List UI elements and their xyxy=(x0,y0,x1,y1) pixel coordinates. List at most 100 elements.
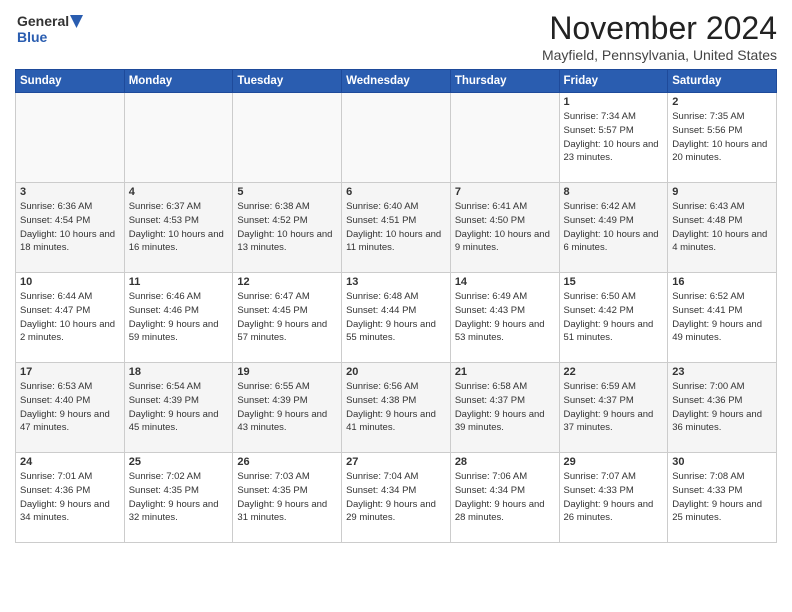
cell-1-0: 3 Sunrise: 6:36 AM Sunset: 4:54 PM Daylig… xyxy=(16,183,125,273)
day-number: 15 xyxy=(564,276,664,288)
cell-content: Sunrise: 6:44 AM Sunset: 4:47 PM Dayligh… xyxy=(20,290,120,345)
week-row-4: 24Sunrise: 7:01 AM Sunset: 4:36 PM Dayli… xyxy=(16,453,777,543)
cell-content: Sunrise: 7:02 AM Sunset: 4:35 PM Dayligh… xyxy=(129,470,229,525)
cell-content: Sunrise: 6:58 AM Sunset: 4:37 PM Dayligh… xyxy=(455,380,555,435)
cell-content: Sunrise: 7:35 AM Sunset: 5:56 PM Dayligh… xyxy=(672,110,772,165)
cell-content: Sunrise: 6:47 AM Sunset: 4:45 PM Dayligh… xyxy=(237,290,337,345)
week-row-2: 10Sunrise: 6:44 AM Sunset: 4:47 PM Dayli… xyxy=(16,273,777,363)
cell-1-5: 8 Sunrise: 6:42 AM Sunset: 4:49 PM Daylig… xyxy=(559,183,668,273)
day-number: 11 xyxy=(129,276,229,288)
cell-content: Sunrise: 6:40 AM Sunset: 4:51 PM Dayligh… xyxy=(346,200,446,255)
cell-3-4: 21 Sunrise: 6:58 AM Sunset: 4:37 PM Dayli… xyxy=(450,363,559,453)
cell-4-6: 30 Sunrise: 7:08 AM Sunset: 4:33 PM Dayli… xyxy=(668,453,777,543)
month-title: November 2024 xyxy=(542,10,777,47)
cell-0-3 xyxy=(342,93,451,183)
cell-1-4: 7Sunrise: 6:41 AM Sunset: 4:50 PM Daylig… xyxy=(450,183,559,273)
day-number: 1 xyxy=(564,96,664,108)
cell-content: Sunrise: 6:53 AM Sunset: 4:40 PM Dayligh… xyxy=(20,380,120,435)
cell-content: Sunrise: 6:52 AM Sunset: 4:41 PM Dayligh… xyxy=(672,290,772,345)
day-number: 4 xyxy=(129,186,229,198)
day-number: 30 xyxy=(672,456,772,468)
cell-content: Sunrise: 6:41 AM Sunset: 4:50 PM Dayligh… xyxy=(455,200,555,255)
day-number: 16 xyxy=(672,276,772,288)
cell-2-5: 15 Sunrise: 6:50 AM Sunset: 4:42 PM Dayli… xyxy=(559,273,668,363)
cell-content: Sunrise: 7:01 AM Sunset: 4:36 PM Dayligh… xyxy=(20,470,120,525)
cell-1-2: 5 Sunrise: 6:38 AM Sunset: 4:52 PM Daylig… xyxy=(233,183,342,273)
day-number: 28 xyxy=(455,456,555,468)
day-number: 19 xyxy=(237,366,337,378)
logo: GeneralBlue xyxy=(15,10,85,50)
svg-text:General: General xyxy=(17,13,69,29)
cell-content: Sunrise: 7:07 AM Sunset: 4:33 PM Dayligh… xyxy=(564,470,664,525)
cell-4-5: 29Sunrise: 7:07 AM Sunset: 4:33 PM Dayli… xyxy=(559,453,668,543)
cell-3-3: 20 Sunrise: 6:56 AM Sunset: 4:38 PM Dayli… xyxy=(342,363,451,453)
cell-content: Sunrise: 6:48 AM Sunset: 4:44 PM Dayligh… xyxy=(346,290,446,345)
cell-4-0: 24Sunrise: 7:01 AM Sunset: 4:36 PM Dayli… xyxy=(16,453,125,543)
week-row-0: 1 Sunrise: 7:34 AM Sunset: 5:57 PM Daylig… xyxy=(16,93,777,183)
cell-content: Sunrise: 6:56 AM Sunset: 4:38 PM Dayligh… xyxy=(346,380,446,435)
col-tuesday: Tuesday xyxy=(233,70,342,93)
day-number: 17 xyxy=(20,366,120,378)
calendar: Sunday Monday Tuesday Wednesday Thursday… xyxy=(15,69,777,543)
logo-svg: GeneralBlue xyxy=(15,10,85,50)
cell-4-3: 27 Sunrise: 7:04 AM Sunset: 4:34 PM Dayli… xyxy=(342,453,451,543)
cell-1-6: 9Sunrise: 6:43 AM Sunset: 4:48 PM Daylig… xyxy=(668,183,777,273)
cell-4-4: 28 Sunrise: 7:06 AM Sunset: 4:34 PM Dayli… xyxy=(450,453,559,543)
day-number: 8 xyxy=(564,186,664,198)
location: Mayfield, Pennsylvania, United States xyxy=(542,47,777,63)
cell-2-0: 10Sunrise: 6:44 AM Sunset: 4:47 PM Dayli… xyxy=(16,273,125,363)
day-number: 26 xyxy=(237,456,337,468)
cell-0-6: 2 Sunrise: 7:35 AM Sunset: 5:56 PM Daylig… xyxy=(668,93,777,183)
header: GeneralBlue November 2024 Mayfield, Penn… xyxy=(15,10,777,63)
day-number: 27 xyxy=(346,456,446,468)
cell-content: Sunrise: 7:00 AM Sunset: 4:36 PM Dayligh… xyxy=(672,380,772,435)
day-number: 5 xyxy=(237,186,337,198)
day-number: 25 xyxy=(129,456,229,468)
cell-content: Sunrise: 6:50 AM Sunset: 4:42 PM Dayligh… xyxy=(564,290,664,345)
cell-content: Sunrise: 7:03 AM Sunset: 4:35 PM Dayligh… xyxy=(237,470,337,525)
day-number: 2 xyxy=(672,96,772,108)
cell-3-0: 17 Sunrise: 6:53 AM Sunset: 4:40 PM Dayli… xyxy=(16,363,125,453)
cell-3-5: 22 Sunrise: 6:59 AM Sunset: 4:37 PM Dayli… xyxy=(559,363,668,453)
cell-3-2: 19Sunrise: 6:55 AM Sunset: 4:39 PM Dayli… xyxy=(233,363,342,453)
week-row-3: 17 Sunrise: 6:53 AM Sunset: 4:40 PM Dayli… xyxy=(16,363,777,453)
cell-0-1 xyxy=(124,93,233,183)
cell-content: Sunrise: 7:04 AM Sunset: 4:34 PM Dayligh… xyxy=(346,470,446,525)
col-thursday: Thursday xyxy=(450,70,559,93)
cell-content: Sunrise: 7:08 AM Sunset: 4:33 PM Dayligh… xyxy=(672,470,772,525)
cell-0-2 xyxy=(233,93,342,183)
cell-content: Sunrise: 6:36 AM Sunset: 4:54 PM Dayligh… xyxy=(20,200,120,255)
cell-3-1: 18Sunrise: 6:54 AM Sunset: 4:39 PM Dayli… xyxy=(124,363,233,453)
week-row-1: 3 Sunrise: 6:36 AM Sunset: 4:54 PM Daylig… xyxy=(16,183,777,273)
title-block: November 2024 Mayfield, Pennsylvania, Un… xyxy=(542,10,777,63)
cell-content: Sunrise: 6:42 AM Sunset: 4:49 PM Dayligh… xyxy=(564,200,664,255)
cell-2-2: 12 Sunrise: 6:47 AM Sunset: 4:45 PM Dayli… xyxy=(233,273,342,363)
cell-0-0 xyxy=(16,93,125,183)
cell-0-5: 1 Sunrise: 7:34 AM Sunset: 5:57 PM Daylig… xyxy=(559,93,668,183)
col-saturday: Saturday xyxy=(668,70,777,93)
cell-content: Sunrise: 7:06 AM Sunset: 4:34 PM Dayligh… xyxy=(455,470,555,525)
cell-content: Sunrise: 6:46 AM Sunset: 4:46 PM Dayligh… xyxy=(129,290,229,345)
cell-content: Sunrise: 7:34 AM Sunset: 5:57 PM Dayligh… xyxy=(564,110,664,165)
day-number: 3 xyxy=(20,186,120,198)
day-number: 6 xyxy=(346,186,446,198)
day-number: 20 xyxy=(346,366,446,378)
cell-2-1: 11 Sunrise: 6:46 AM Sunset: 4:46 PM Dayli… xyxy=(124,273,233,363)
cell-content: Sunrise: 6:38 AM Sunset: 4:52 PM Dayligh… xyxy=(237,200,337,255)
day-number: 22 xyxy=(564,366,664,378)
col-wednesday: Wednesday xyxy=(342,70,451,93)
day-number: 13 xyxy=(346,276,446,288)
day-number: 12 xyxy=(237,276,337,288)
cell-content: Sunrise: 6:59 AM Sunset: 4:37 PM Dayligh… xyxy=(564,380,664,435)
day-number: 21 xyxy=(455,366,555,378)
page: GeneralBlue November 2024 Mayfield, Penn… xyxy=(0,0,792,612)
col-friday: Friday xyxy=(559,70,668,93)
cell-2-3: 13 Sunrise: 6:48 AM Sunset: 4:44 PM Dayli… xyxy=(342,273,451,363)
cell-1-1: 4Sunrise: 6:37 AM Sunset: 4:53 PM Daylig… xyxy=(124,183,233,273)
cell-1-3: 6 Sunrise: 6:40 AM Sunset: 4:51 PM Daylig… xyxy=(342,183,451,273)
day-number: 14 xyxy=(455,276,555,288)
col-sunday: Sunday xyxy=(16,70,125,93)
cell-content: Sunrise: 6:54 AM Sunset: 4:39 PM Dayligh… xyxy=(129,380,229,435)
cell-4-1: 25 Sunrise: 7:02 AM Sunset: 4:35 PM Dayli… xyxy=(124,453,233,543)
svg-text:Blue: Blue xyxy=(17,29,48,45)
